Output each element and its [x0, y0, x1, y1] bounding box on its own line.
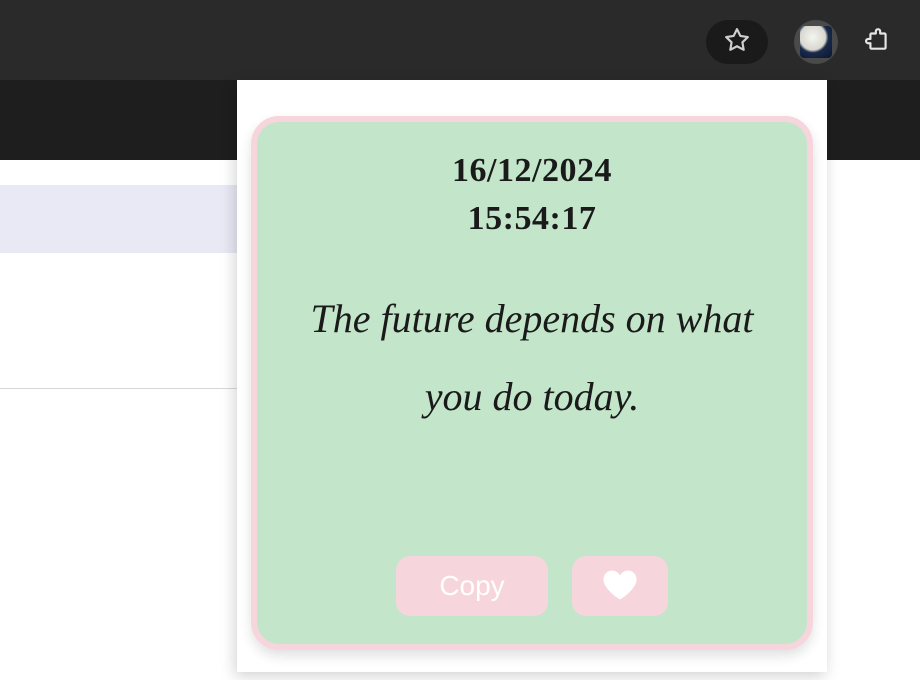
extension-popup: 16/12/2024 15:54:17 The future depends o… — [237, 80, 827, 672]
card-actions: Copy — [396, 556, 668, 616]
puzzle-icon — [865, 27, 891, 58]
omnibox-bookmark-area — [706, 20, 768, 64]
moon-avatar-icon — [800, 26, 832, 58]
profile-avatar-button[interactable] — [794, 20, 838, 64]
extensions-button[interactable] — [856, 20, 900, 64]
date-label: 16/12/2024 — [452, 152, 612, 190]
page-subheader-band — [0, 185, 237, 253]
browser-toolbar — [0, 0, 920, 80]
quote-text: The future depends on what you do today. — [281, 280, 783, 436]
quote-card: 16/12/2024 15:54:17 The future depends o… — [251, 116, 813, 650]
time-label: 15:54:17 — [468, 200, 597, 238]
toolbar-right — [706, 20, 900, 64]
favorite-button[interactable] — [572, 556, 668, 616]
heart-icon — [602, 569, 638, 604]
copy-button[interactable]: Copy — [396, 556, 548, 616]
bookmark-star-icon[interactable] — [724, 27, 750, 58]
page-divider — [0, 388, 237, 389]
